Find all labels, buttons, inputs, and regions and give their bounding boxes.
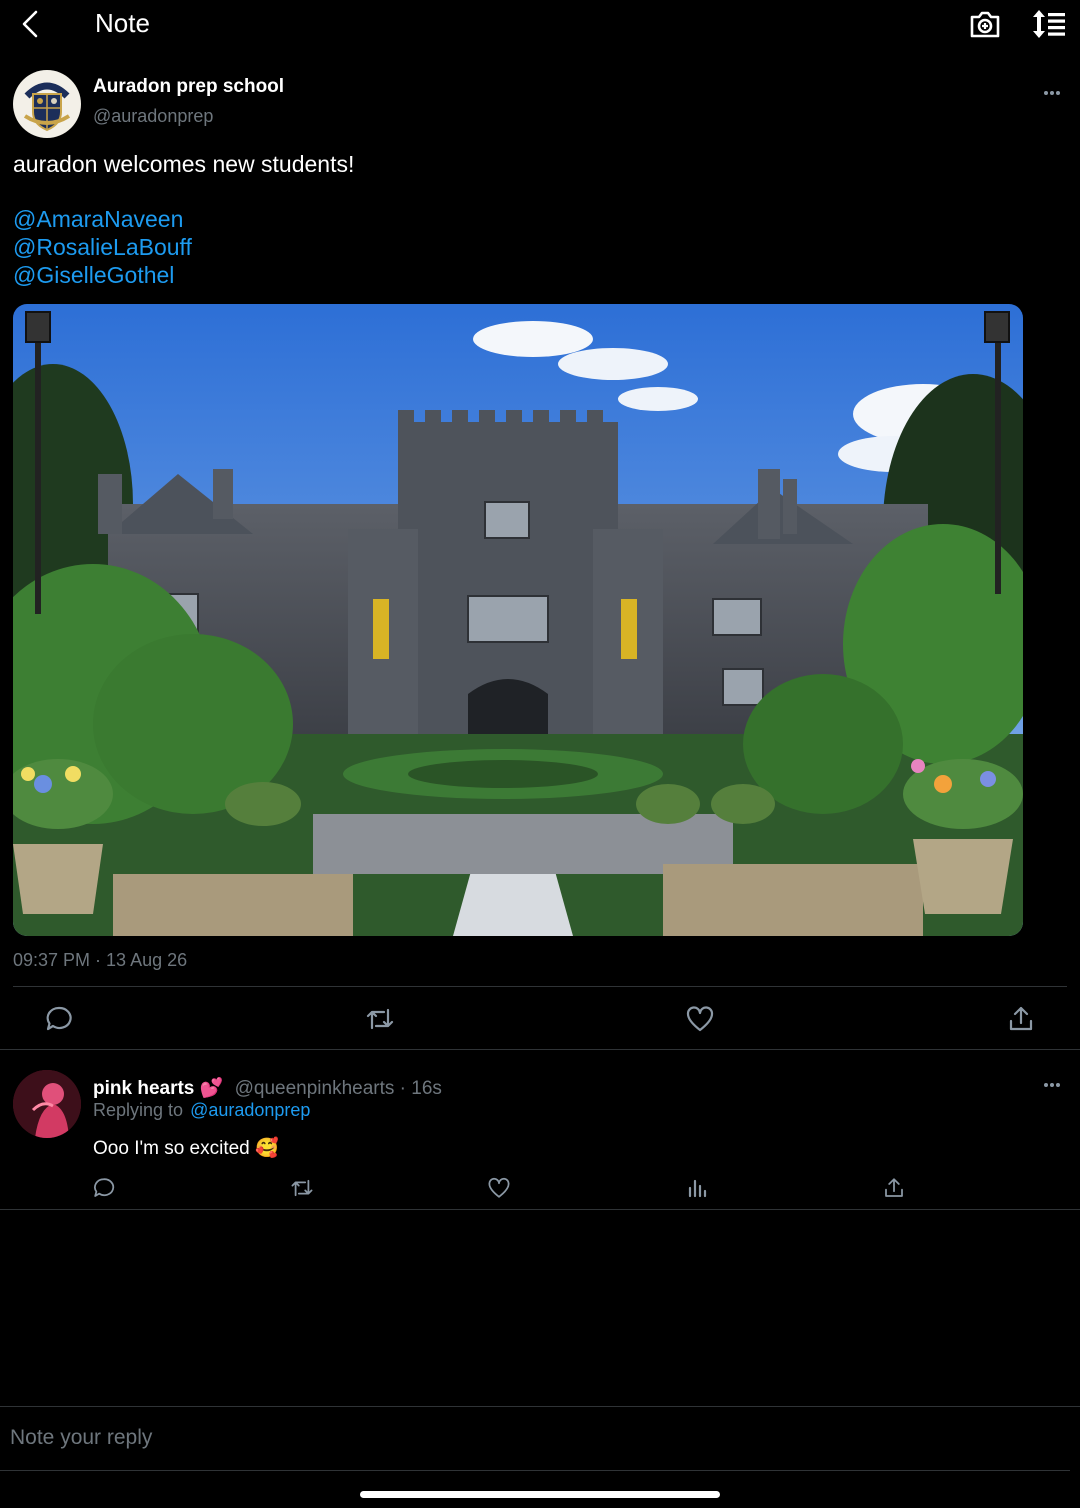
back-button[interactable] bbox=[14, 6, 48, 42]
reply-icon bbox=[46, 1006, 72, 1031]
reply-time: · 16s bbox=[399, 1078, 442, 1099]
author-handle[interactable]: @auradonprep bbox=[93, 106, 213, 127]
avatar[interactable] bbox=[13, 70, 81, 138]
retweet-icon bbox=[366, 1008, 394, 1030]
tweet-image[interactable] bbox=[13, 304, 1023, 936]
analytics-icon bbox=[688, 1179, 707, 1198]
like-button[interactable] bbox=[685, 1004, 715, 1034]
camera-button[interactable] bbox=[968, 7, 1002, 41]
reply-author-name[interactable]: pink hearts 💕 bbox=[93, 1078, 223, 1099]
reply-avatar[interactable] bbox=[13, 1070, 81, 1138]
reply-icon bbox=[94, 1178, 115, 1197]
header: Note bbox=[0, 0, 1080, 50]
reply-more-button[interactable] bbox=[1040, 1076, 1066, 1094]
reply-analytics-button[interactable] bbox=[685, 1176, 709, 1200]
reply-input[interactable] bbox=[0, 1416, 1080, 1460]
replying-to-handle[interactable]: @auradonprep bbox=[190, 1100, 310, 1120]
share-icon bbox=[885, 1178, 903, 1197]
castle-photo bbox=[13, 304, 1023, 936]
camera-icon bbox=[970, 11, 1000, 38]
replying-to-label: Replying to bbox=[93, 1100, 184, 1120]
divider bbox=[0, 1470, 1070, 1471]
mention-link[interactable]: @GiselleGothel bbox=[13, 261, 174, 289]
sort-button[interactable] bbox=[1030, 7, 1068, 41]
avatar-image bbox=[13, 1070, 81, 1138]
sort-list-icon bbox=[1033, 10, 1065, 38]
reply-button[interactable] bbox=[44, 1004, 74, 1034]
more-options-button[interactable] bbox=[1040, 84, 1066, 102]
home-indicator[interactable] bbox=[360, 1491, 720, 1498]
mention-link[interactable]: @AmaraNaveen bbox=[13, 205, 183, 233]
heart-icon bbox=[488, 1177, 510, 1198]
more-icon bbox=[1044, 1083, 1060, 1087]
divider bbox=[0, 1209, 1080, 1210]
share-button[interactable] bbox=[1006, 1004, 1036, 1034]
heart-icon bbox=[686, 1006, 714, 1032]
retweet-button[interactable] bbox=[363, 1004, 397, 1034]
reply-like-button[interactable] bbox=[487, 1176, 511, 1200]
reply-retweet-button[interactable] bbox=[288, 1176, 316, 1200]
retweet-icon bbox=[291, 1179, 313, 1197]
tweet-text: auradon welcomes new students! bbox=[13, 151, 355, 177]
replying-to: Replying to @auradonprep bbox=[93, 1100, 310, 1121]
mention-link[interactable]: @RosalieLaBouff bbox=[13, 233, 192, 261]
reply-header: pink hearts 💕 @queenpinkhearts · 16s bbox=[93, 1076, 442, 1100]
crest-logo-icon bbox=[14, 71, 80, 137]
divider bbox=[0, 1049, 1080, 1050]
divider bbox=[13, 986, 1067, 987]
share-icon bbox=[1009, 1006, 1033, 1031]
tweet-timestamp: 09:37 PM · 13 Aug 26 bbox=[13, 950, 188, 970]
reply-reply-button[interactable] bbox=[92, 1176, 116, 1200]
reply-share-button[interactable] bbox=[882, 1176, 906, 1200]
reply-author-handle[interactable]: @queenpinkhearts bbox=[235, 1078, 395, 1099]
chevron-left-icon bbox=[22, 10, 38, 38]
page-title: Note bbox=[95, 8, 150, 38]
author-name[interactable]: Auradon prep school bbox=[93, 76, 284, 98]
divider bbox=[0, 1406, 1080, 1407]
reply-text: Ooo I'm so excited 🥰 bbox=[93, 1138, 279, 1159]
more-icon bbox=[1044, 91, 1060, 95]
